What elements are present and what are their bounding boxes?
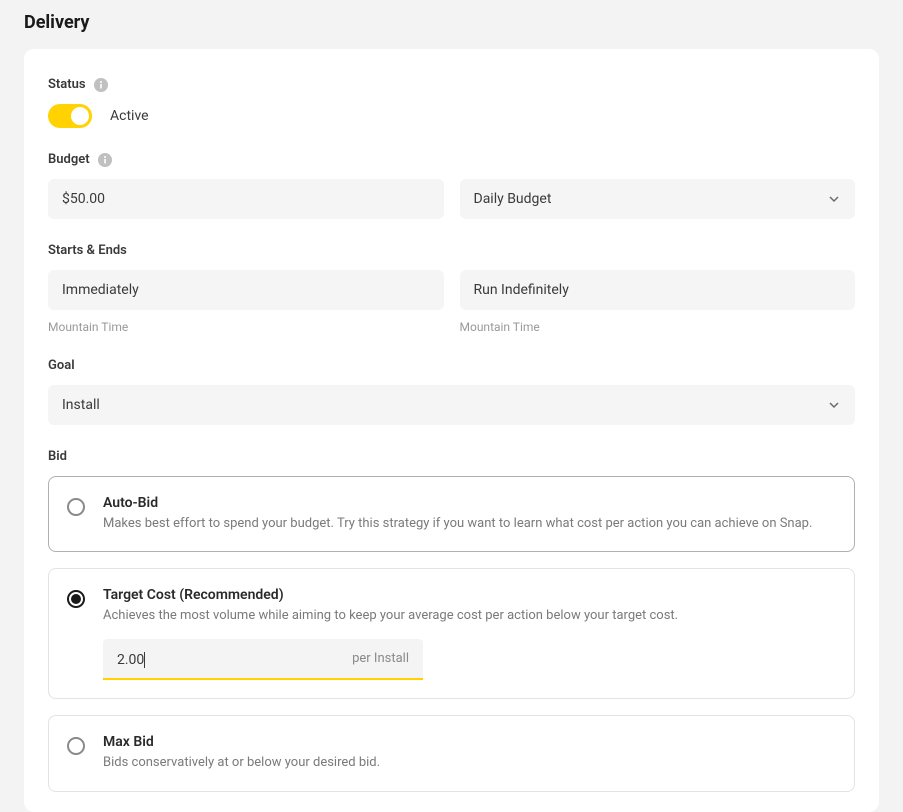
chevron-down-icon: [827, 192, 841, 206]
bid-target-title: Target Cost (Recommended): [103, 587, 836, 603]
goal-section: Goal Install: [48, 358, 855, 425]
bid-option-max[interactable]: Max Bid Bids conservatively at or below …: [48, 715, 855, 791]
info-icon[interactable]: [94, 78, 108, 92]
target-cost-input-wrap[interactable]: 2.00 per Install: [103, 639, 423, 680]
status-label: Status: [48, 77, 86, 92]
delivery-card: Status Active Budget $50.00 Daily Budget: [24, 49, 879, 812]
bid-option-auto[interactable]: Auto-Bid Makes best effort to spend your…: [48, 476, 855, 552]
bid-target-desc: Achieves the most volume while aiming to…: [103, 607, 836, 625]
page-title: Delivery: [24, 12, 879, 33]
budget-amount-value: $50.00: [62, 191, 105, 207]
status-toggle[interactable]: [48, 104, 92, 128]
budget-type-value: Daily Budget: [474, 191, 552, 207]
goal-label: Goal: [48, 358, 75, 373]
bid-auto-desc: Makes best effort to spend your budget. …: [103, 515, 836, 533]
radio-auto[interactable]: [67, 498, 85, 516]
goal-select[interactable]: Install: [48, 385, 855, 425]
budget-amount-input[interactable]: $50.00: [48, 179, 444, 219]
bid-section: Bid Auto-Bid Makes best effort to spend …: [48, 449, 855, 792]
target-cost-suffix: per Install: [352, 651, 409, 666]
schedule-section: Starts & Ends Immediately Mountain Time …: [48, 243, 855, 334]
chevron-down-icon: [827, 398, 841, 412]
target-cost-value: 2.00: [117, 652, 144, 668]
text-cursor: [144, 652, 145, 668]
schedule-start-input[interactable]: Immediately: [48, 270, 444, 310]
bid-label: Bid: [48, 449, 67, 464]
status-section: Status Active: [48, 77, 855, 128]
schedule-end-tz: Mountain Time: [460, 320, 856, 334]
bid-option-target[interactable]: Target Cost (Recommended) Achieves the m…: [48, 568, 855, 699]
schedule-end-value: Run Indefinitely: [474, 282, 569, 298]
budget-section: Budget $50.00 Daily Budget: [48, 152, 855, 219]
budget-label: Budget: [48, 152, 90, 167]
bid-max-title: Max Bid: [103, 734, 836, 750]
schedule-start-tz: Mountain Time: [48, 320, 444, 334]
schedule-start-value: Immediately: [62, 282, 139, 298]
schedule-label: Starts & Ends: [48, 243, 127, 258]
info-icon[interactable]: [98, 153, 112, 167]
status-value: Active: [110, 108, 149, 124]
bid-max-desc: Bids conservatively at or below your des…: [103, 754, 836, 772]
goal-value: Install: [62, 397, 100, 413]
radio-target[interactable]: [67, 590, 85, 608]
radio-max[interactable]: [67, 737, 85, 755]
schedule-end-input[interactable]: Run Indefinitely: [460, 270, 856, 310]
bid-auto-title: Auto-Bid: [103, 495, 836, 511]
budget-type-select[interactable]: Daily Budget: [460, 179, 856, 219]
